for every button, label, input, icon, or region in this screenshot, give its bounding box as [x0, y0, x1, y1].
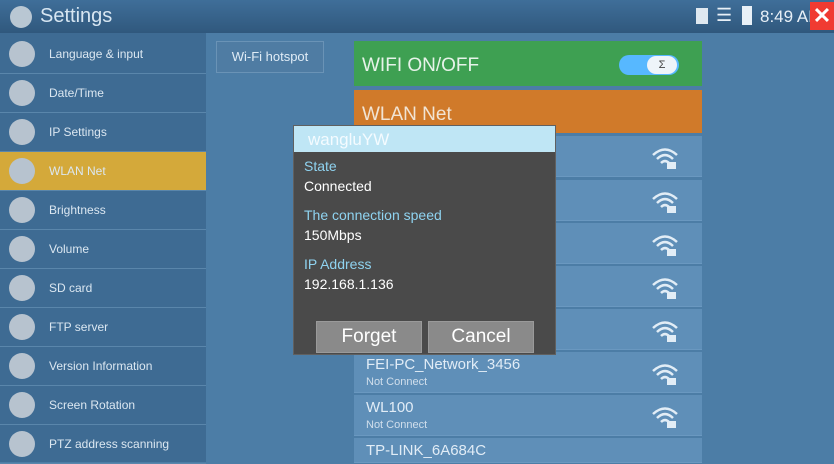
network-name: WL100 [366, 399, 414, 416]
sd-card-icon [9, 275, 35, 301]
sidebar-item-label: Brightness [49, 203, 106, 217]
network-list-item[interactable]: WL100 Not Connect [354, 395, 702, 436]
wifi-hotspot-button[interactable]: Wi-Fi hotspot [216, 41, 324, 73]
sidebar-item-label: Version Information [49, 359, 153, 373]
cancel-button[interactable]: Cancel [428, 321, 534, 353]
wifi-toggle-row: WIFI ON/OFF Σ [354, 41, 702, 86]
wifi-signal-icon: ☰ [716, 5, 733, 25]
sidebar-item-label: Date/Time [49, 86, 104, 100]
status-bar: Settings ☰ 8:49 AM ✕ [0, 0, 834, 33]
globe-icon [9, 119, 35, 145]
ip-address-value: 192.168.1.136 [304, 276, 394, 292]
wlan-net-title: WLAN Net [362, 104, 452, 125]
wifi-locked-icon [652, 192, 678, 213]
app-title: Settings [40, 5, 113, 27]
network-status: Not Connect [366, 376, 428, 388]
rotate-icon [9, 392, 35, 418]
forget-button[interactable]: Forget [316, 321, 422, 353]
toggle-knob: Σ [647, 56, 677, 74]
language-icon [9, 41, 35, 67]
sidebar-item-screen-rotation[interactable]: Screen Rotation [0, 386, 206, 425]
sidebar-item-ptz-scanning[interactable]: PTZ address scanning [0, 425, 206, 464]
sidebar-item-label: Screen Rotation [49, 398, 136, 412]
settings-gear-icon [10, 6, 32, 28]
wifi-toggle-switch[interactable]: Σ [619, 55, 679, 75]
sidebar-item-label: PTZ address scanning [49, 437, 170, 451]
sidebar-item-label: SD card [49, 281, 93, 295]
wifi-locked-icon [652, 321, 678, 342]
network-name: FEI-PC_Network_3456 [366, 356, 521, 373]
wifi-locked-icon [652, 235, 678, 256]
settings-sidebar: Language & input Date/Time IP Settings W… [0, 33, 206, 464]
sidebar-item-version-info[interactable]: Version Information [0, 347, 206, 386]
sidebar-item-label: IP Settings [49, 125, 107, 139]
sidebar-item-label: Volume [49, 242, 90, 256]
wifi-locked-icon [652, 148, 678, 169]
dialog-title: wangluYW [308, 130, 390, 149]
wifi-locked-icon [652, 407, 678, 428]
network-status: Not Connect [366, 419, 428, 431]
network-name: TP-LINK_6A684C [366, 442, 487, 459]
sidebar-item-volume[interactable]: Volume [0, 230, 206, 269]
battery-icon [742, 6, 752, 25]
ptz-icon [9, 431, 35, 457]
sidebar-item-ftp-server[interactable]: FTP server [0, 308, 206, 347]
wifi-locked-icon [652, 278, 678, 299]
calendar-icon [9, 80, 35, 106]
network-list-item[interactable]: TP-LINK_6A684C [354, 438, 702, 463]
sidebar-item-brightness[interactable]: Brightness [0, 191, 206, 230]
wifi-locked-icon [652, 364, 678, 385]
state-value: Connected [304, 178, 372, 194]
sidebar-item-datetime[interactable]: Date/Time [0, 74, 206, 113]
sidebar-item-label: Language & input [49, 47, 144, 61]
sidebar-item-label: WLAN Net [49, 164, 106, 178]
volume-icon [9, 236, 35, 262]
sidebar-item-sd-card[interactable]: SD card [0, 269, 206, 308]
network-list-item[interactable]: FEI-PC_Network_3456 Not Connect [354, 352, 702, 393]
state-label: State [304, 158, 337, 174]
ftp-icon [9, 314, 35, 340]
info-icon [9, 353, 35, 379]
wlan-icon [9, 158, 35, 184]
brightness-icon [9, 197, 35, 223]
sidebar-item-label: FTP server [49, 320, 109, 334]
dialog-title-bar: wangluYW [294, 126, 555, 152]
sidebar-item-wlan-net[interactable]: WLAN Net [0, 152, 206, 191]
sd-card-status-icon [696, 8, 708, 24]
speed-label: The connection speed [304, 207, 442, 223]
sidebar-item-ip-settings[interactable]: IP Settings [0, 113, 206, 152]
close-icon[interactable]: ✕ [810, 2, 834, 30]
ip-address-label: IP Address [304, 256, 372, 272]
sidebar-item-language[interactable]: Language & input [0, 35, 206, 74]
wifi-toggle-label: WIFI ON/OFF [362, 55, 480, 76]
speed-value: 150Mbps [304, 227, 362, 243]
network-details-dialog: wangluYW State Connected The connection … [293, 125, 556, 355]
